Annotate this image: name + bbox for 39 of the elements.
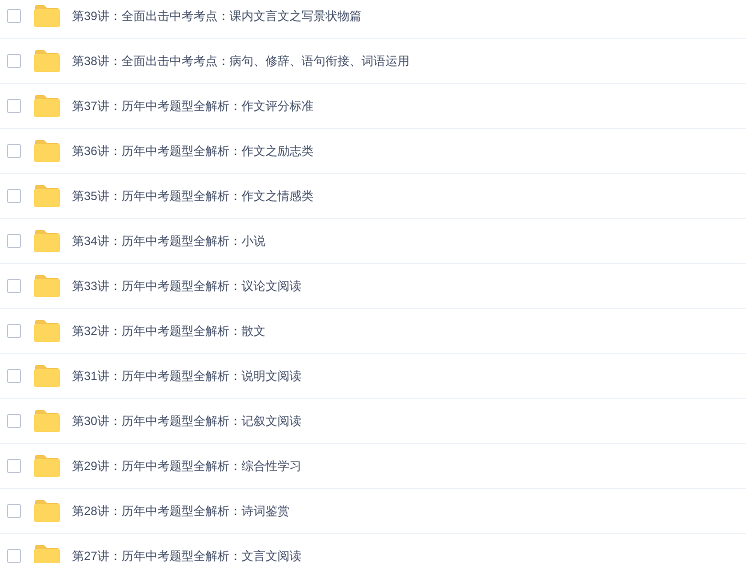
checkbox[interactable] — [7, 9, 21, 23]
checkbox[interactable] — [7, 459, 21, 473]
folder-icon — [34, 545, 60, 563]
folder-icon — [34, 455, 60, 477]
folder-icon — [34, 140, 60, 162]
checkbox[interactable] — [7, 369, 21, 383]
checkbox[interactable] — [7, 279, 21, 293]
file-name[interactable]: 第30讲：历年中考题型全解析：记叙文阅读 — [72, 412, 302, 430]
checkbox[interactable] — [7, 504, 21, 518]
file-name[interactable]: 第38讲：全面出击中考考点：病句、修辞、语句衔接、词语运用 — [72, 52, 410, 70]
folder-icon — [34, 95, 60, 117]
file-name[interactable]: 第27讲：历年中考题型全解析：文言文阅读 — [72, 547, 302, 563]
folder-icon — [34, 5, 60, 27]
file-name[interactable]: 第35讲：历年中考题型全解析：作文之情感类 — [72, 187, 314, 205]
checkbox[interactable] — [7, 549, 21, 563]
folder-icon — [34, 410, 60, 432]
file-name[interactable]: 第37讲：历年中考题型全解析：作文评分标准 — [72, 97, 314, 115]
folder-icon — [34, 50, 60, 72]
checkbox[interactable] — [7, 414, 21, 428]
file-name[interactable]: 第34讲：历年中考题型全解析：小说 — [72, 232, 266, 250]
file-name[interactable]: 第33讲：历年中考题型全解析：议论文阅读 — [72, 277, 302, 295]
folder-icon — [34, 365, 60, 387]
file-name[interactable]: 第36讲：历年中考题型全解析：作文之励志类 — [72, 142, 314, 160]
file-name[interactable]: 第39讲：全面出击中考考点：课内文言文之写景状物篇 — [72, 7, 362, 25]
folder-icon — [34, 320, 60, 342]
folder-icon — [34, 185, 60, 207]
checkbox[interactable] — [7, 234, 21, 248]
file-name[interactable]: 第28讲：历年中考题型全解析：诗词鉴赏 — [72, 502, 290, 520]
file-name[interactable]: 第29讲：历年中考题型全解析：综合性学习 — [72, 457, 302, 475]
checkbox[interactable] — [7, 324, 21, 338]
checkbox[interactable] — [7, 99, 21, 113]
checkbox[interactable] — [7, 144, 21, 158]
checkbox[interactable] — [7, 54, 21, 68]
file-name[interactable]: 第31讲：历年中考题型全解析：说明文阅读 — [72, 367, 302, 385]
file-name[interactable]: 第32讲：历年中考题型全解析：散文 — [72, 322, 266, 340]
checkbox[interactable] — [7, 189, 21, 203]
folder-icon — [34, 230, 60, 252]
folder-icon — [34, 275, 60, 297]
folder-icon — [34, 500, 60, 522]
